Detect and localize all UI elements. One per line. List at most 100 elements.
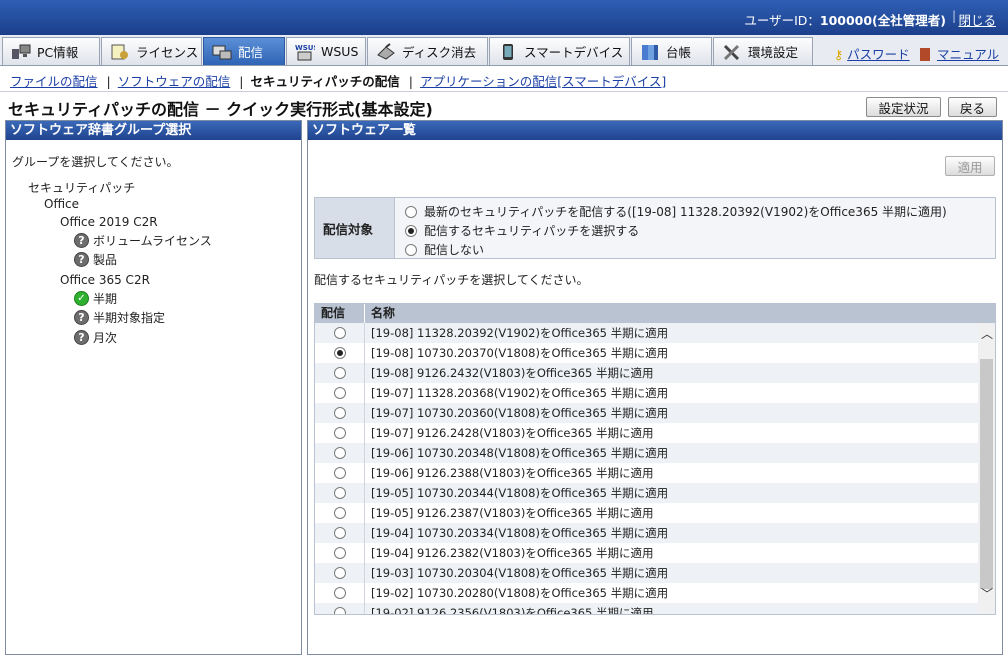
patch-name-cell: [19-02] 10730.20280(V1808)をOffice365 半期に…: [371, 586, 669, 600]
close-link[interactable]: 閉じる: [958, 10, 996, 29]
deliver-cell: [315, 503, 365, 523]
patch-name-cell: [19-04] 10730.20334(V1808)をOffice365 半期に…: [371, 526, 669, 540]
patch-name-cell: [19-06] 10730.20348(V1808)をOffice365 半期に…: [371, 446, 669, 460]
row-radio-button[interactable]: [333, 387, 346, 399]
manual-link-wrap[interactable]: マニュアル: [920, 44, 999, 63]
scroll-down-icon[interactable]: ﹀: [981, 585, 993, 602]
tree-node-monthly[interactable]: ? 月次: [74, 329, 117, 346]
tab-distribution[interactable]: 配信: [203, 37, 285, 65]
sub-menu: ファイルの配信 | ソフトウェアの配信 | セキュリティパッチの配信 | アプリケーションの…: [0, 66, 1008, 92]
option-latest-patch[interactable]: 最新のセキュリティパッチを配信する([19-08] 11328.20392(V1…: [405, 203, 947, 220]
table-row[interactable]: [19-04] 10730.20334(V1808)をOffice365 半期に…: [315, 523, 978, 543]
patch-name-cell: [19-08] 9126.2432(V1803)をOffice365 半期に適用: [371, 366, 654, 380]
manual-link[interactable]: マニュアル: [937, 47, 999, 62]
tree-node-volume-license[interactable]: ? ボリュームライセンス: [74, 232, 212, 249]
tab-license[interactable]: ライセンス: [101, 37, 202, 65]
tree-node-label: 月次: [93, 331, 118, 345]
table-row[interactable]: [19-02] 10730.20280(V1808)をOffice365 半期に…: [315, 583, 978, 603]
table-row[interactable]: [19-02] 9126.2356(V1803)をOffice365 半期に適用: [315, 603, 978, 615]
submenu-app-distribution[interactable]: アプリケーションの配信[スマートデバイス]: [420, 74, 666, 89]
table-row[interactable]: [19-07] 10730.20360(V1808)をOffice365 半期に…: [315, 403, 978, 423]
tree-node-semi-annual[interactable]: ✓ 半期: [74, 290, 117, 307]
table-row[interactable]: [19-04] 9126.2382(V1803)をOffice365 半期に適用: [315, 543, 978, 563]
table-row[interactable]: [19-07] 11328.20368(V1902)をOffice365 半期に…: [315, 383, 978, 403]
question-icon: ?: [74, 233, 89, 248]
radio-button[interactable]: [405, 224, 417, 237]
option-select-patch[interactable]: 配信するセキュリティパッチを選択する: [405, 222, 639, 239]
tree-node-semi-annual-targeted[interactable]: ? 半期対象指定: [74, 309, 165, 326]
scroll-up-icon[interactable]: ︿: [981, 325, 993, 342]
distribution-icon: [212, 45, 232, 59]
table-row[interactable]: [19-08] 10730.20370(V1808)をOffice365 半期に…: [315, 343, 978, 363]
deliver-cell: [315, 443, 365, 463]
back-button[interactable]: 戻る: [948, 97, 997, 117]
tree-node-office-2019[interactable]: Office 2019 C2R: [60, 215, 158, 229]
row-radio-button[interactable]: [333, 327, 346, 339]
settings-status-button[interactable]: 設定状況: [866, 97, 941, 117]
table-row[interactable]: [19-08] 11328.20392(V1902)をOffice365 半期に…: [315, 323, 978, 343]
tab-pc-info[interactable]: PC情報: [2, 37, 100, 65]
password-link[interactable]: パスワード: [847, 47, 910, 62]
settings-tools-icon: [723, 44, 740, 60]
tab-ledger[interactable]: 台帳: [631, 37, 712, 65]
tab-label: 環境設定: [748, 45, 799, 60]
scroll-thumb[interactable]: [980, 359, 993, 589]
patch-table-header: 配信 名称: [315, 304, 995, 323]
check-icon: ✓: [74, 291, 89, 306]
ledger-icon: [642, 44, 658, 60]
tree-node-office[interactable]: Office: [44, 197, 79, 211]
row-radio-button[interactable]: [333, 587, 346, 599]
row-radio-button[interactable]: [333, 487, 346, 499]
row-radio-button[interactable]: [333, 407, 346, 419]
row-radio-button[interactable]: [333, 547, 346, 559]
tab-label: WSUS: [321, 44, 359, 59]
table-row[interactable]: [19-06] 9126.2388(V1803)をOffice365 半期に適用: [315, 463, 978, 483]
patch-name-cell: [19-04] 9126.2382(V1803)をOffice365 半期に適用: [371, 546, 654, 560]
tree-node-security-patch[interactable]: セキュリティパッチ: [28, 179, 135, 196]
deliver-cell: [315, 363, 365, 383]
submenu-separator: |: [239, 74, 244, 89]
option-label: 配信するセキュリティパッチを選択する: [424, 224, 640, 238]
table-row[interactable]: [19-03] 10730.20304(V1808)をOffice365 半期に…: [315, 563, 978, 583]
row-radio-button[interactable]: [333, 447, 346, 459]
row-radio-button[interactable]: [333, 347, 346, 359]
tree-node-product[interactable]: ? 製品: [74, 251, 117, 268]
page-title: セキュリティパッチの配信 － クイック実行形式(基本設定): [8, 100, 433, 119]
row-radio-button[interactable]: [333, 367, 346, 379]
tab-wsus[interactable]: WSUS WSUS: [286, 37, 366, 65]
patch-name-cell: [19-02] 9126.2356(V1803)をOffice365 半期に適用: [371, 606, 654, 615]
table-row[interactable]: [19-05] 9126.2387(V1803)をOffice365 半期に適用: [315, 503, 978, 523]
row-radio-button[interactable]: [333, 507, 346, 519]
table-row[interactable]: [19-07] 9126.2428(V1803)をOffice365 半期に適用: [315, 423, 978, 443]
table-row[interactable]: [19-06] 10730.20348(V1808)をOffice365 半期に…: [315, 443, 978, 463]
password-link-wrap[interactable]: ⚷ パスワード: [834, 44, 910, 63]
apply-button[interactable]: 適用: [945, 156, 995, 176]
submenu-file-distribution[interactable]: ファイルの配信: [10, 74, 98, 89]
tree-node-office-365[interactable]: Office 365 C2R: [60, 273, 150, 287]
table-scrollbar[interactable]: ︿ ﹀: [978, 323, 995, 614]
row-radio-button[interactable]: [333, 427, 346, 439]
row-radio-button[interactable]: [333, 527, 346, 539]
row-radio-button[interactable]: [333, 567, 346, 579]
option-label: 配信しない: [424, 243, 485, 257]
option-no-delivery[interactable]: 配信しない: [405, 241, 484, 258]
row-radio-button[interactable]: [333, 607, 346, 614]
tab-smart-device[interactable]: スマートデバイス: [489, 37, 630, 65]
column-header-deliver: 配信: [315, 304, 365, 323]
radio-button[interactable]: [405, 205, 417, 218]
table-row[interactable]: [19-08] 9126.2432(V1803)をOffice365 半期に適用: [315, 363, 978, 383]
tab-settings[interactable]: 環境設定: [713, 37, 813, 65]
tree-node-label: ボリュームライセンス: [93, 234, 212, 248]
table-row[interactable]: [19-05] 10730.20344(V1808)をOffice365 半期に…: [315, 483, 978, 503]
disk-erase-icon: [377, 42, 395, 60]
tree-node-label: 製品: [93, 253, 118, 267]
submenu-software-distribution[interactable]: ソフトウェアの配信: [118, 74, 231, 89]
patch-name-cell: [19-08] 10730.20370(V1808)をOffice365 半期に…: [371, 346, 669, 360]
tab-disk-erase[interactable]: ディスク消去: [367, 37, 488, 65]
radio-button[interactable]: [405, 243, 417, 256]
patch-name-cell: [19-05] 9126.2387(V1803)をOffice365 半期に適用: [371, 506, 654, 520]
delivery-target-label: 配信対象: [315, 198, 395, 258]
row-radio-button[interactable]: [333, 467, 346, 479]
patch-name-cell: [19-07] 11328.20368(V1902)をOffice365 半期に…: [371, 386, 669, 400]
delivery-target-options: 最新のセキュリティパッチを配信する([19-08] 11328.20392(V1…: [395, 198, 995, 258]
